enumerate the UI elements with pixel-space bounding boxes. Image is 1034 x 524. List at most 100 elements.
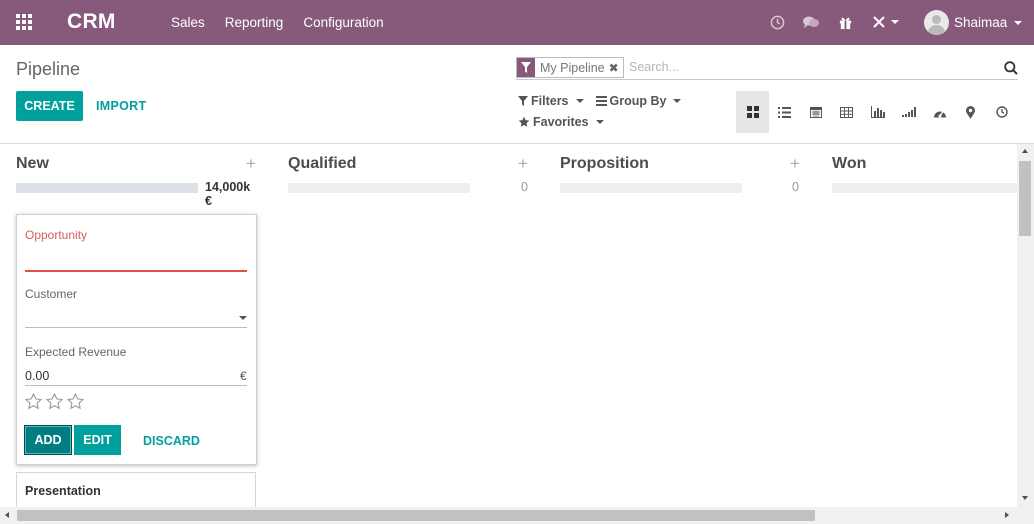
- chat-icon[interactable]: [801, 12, 821, 32]
- filters-dropdown[interactable]: Filters: [518, 94, 584, 108]
- kanban-board: New + 14,000k € Qualified + 0 Propositio…: [0, 144, 1017, 507]
- kanban-icon: [746, 106, 759, 118]
- column-progress-bar[interactable]: [16, 183, 198, 193]
- opportunity-label: Opportunity: [25, 228, 88, 242]
- map-view-button[interactable]: [955, 91, 986, 133]
- groupby-label: Group By: [609, 94, 667, 108]
- priority-stars: [25, 393, 88, 410]
- user-name: Shaimaa: [954, 15, 1008, 30]
- view-switcher: [736, 91, 1017, 133]
- systray: [767, 12, 915, 32]
- cohort-view-button[interactable]: [893, 91, 924, 133]
- chevron-down-icon[interactable]: [239, 316, 247, 320]
- column-add-icon[interactable]: +: [246, 154, 256, 174]
- clock-icon[interactable]: [767, 12, 787, 32]
- scrollbar-thumb[interactable]: [1019, 161, 1031, 236]
- horizontal-scrollbar[interactable]: [0, 507, 1034, 524]
- menu-item-reporting[interactable]: Reporting: [225, 15, 284, 30]
- pivot-view-button[interactable]: [831, 91, 862, 133]
- page-title: Pipeline: [16, 59, 81, 79]
- dashboard-icon: [933, 110, 946, 117]
- chevron-down-icon: [673, 99, 682, 103]
- column-amount: 0: [792, 180, 799, 194]
- chevron-down-icon: [575, 99, 584, 103]
- menu-item-sales[interactable]: Sales: [171, 15, 205, 30]
- groupby-dropdown[interactable]: Group By: [595, 94, 682, 108]
- card-title: Presentation: [25, 484, 101, 498]
- menu-item-configuration[interactable]: Configuration: [303, 15, 383, 30]
- activity-icon: [995, 106, 1008, 118]
- currency-symbol: €: [240, 369, 247, 383]
- list-icon: [778, 106, 791, 118]
- add-button[interactable]: ADD: [24, 425, 72, 455]
- search-facet: My Pipeline ✖: [516, 57, 624, 78]
- cohort-icon: [901, 107, 916, 117]
- kanban-card[interactable]: Presentation: [16, 472, 256, 507]
- vertical-scrollbar[interactable]: [1017, 144, 1034, 507]
- discard-button[interactable]: DISCARD: [143, 434, 200, 448]
- calendar-view-button[interactable]: [800, 91, 831, 133]
- activity-view-button[interactable]: [986, 91, 1017, 133]
- scroll-right-icon[interactable]: [1005, 512, 1009, 518]
- favorites-row: Favorites: [518, 115, 616, 129]
- filter-icon: [518, 96, 528, 106]
- graph-view-button[interactable]: [862, 91, 893, 133]
- scroll-up-icon[interactable]: [1022, 149, 1028, 153]
- calendar-icon: [809, 107, 822, 118]
- import-button[interactable]: IMPORT: [96, 99, 146, 113]
- search-input[interactable]: [629, 60, 989, 74]
- column-title: Proposition: [560, 155, 649, 172]
- debug-tools-icon[interactable]: [869, 12, 901, 32]
- star-icon: [518, 116, 530, 128]
- star-icon[interactable]: [67, 393, 84, 410]
- column-progress-bar[interactable]: [832, 183, 1017, 193]
- app-brand[interactable]: CRM: [67, 10, 116, 34]
- scrollbar-thumb[interactable]: [17, 510, 815, 521]
- column-title: New: [16, 155, 49, 172]
- remove-facet-icon[interactable]: ✖: [609, 61, 623, 75]
- column-add-icon[interactable]: +: [790, 154, 800, 174]
- scroll-down-icon[interactable]: [1022, 496, 1028, 500]
- chevron-down-icon: [595, 120, 604, 124]
- apps-grid-icon[interactable]: [16, 14, 34, 30]
- column-amount: 14,000k €: [205, 180, 251, 208]
- kanban-view-button[interactable]: [736, 91, 769, 133]
- facet-label: My Pipeline: [540, 60, 605, 75]
- map-icon: [966, 105, 975, 119]
- dashboard-view-button[interactable]: [924, 91, 955, 133]
- graph-icon: [870, 106, 885, 118]
- filter-icon: [517, 58, 535, 77]
- column-amount: 0: [521, 180, 528, 194]
- edit-button[interactable]: EDIT: [74, 425, 121, 455]
- customer-field[interactable]: [25, 327, 247, 328]
- column-progress-bar[interactable]: [288, 183, 470, 193]
- search-bar: My Pipeline ✖: [516, 56, 1018, 80]
- avatar: [924, 10, 949, 35]
- favorites-dropdown[interactable]: Favorites: [518, 115, 604, 129]
- chevron-down-icon: [1014, 20, 1023, 25]
- search-icon[interactable]: [1004, 61, 1018, 78]
- column-title: Won: [832, 155, 867, 172]
- user-menu[interactable]: Shaimaa: [924, 10, 1023, 35]
- scroll-left-icon[interactable]: [5, 512, 9, 518]
- gift-icon[interactable]: [835, 12, 855, 32]
- revenue-field-underline: [25, 385, 247, 386]
- pivot-icon: [840, 106, 853, 118]
- column-progress-bar[interactable]: [560, 183, 742, 193]
- favorites-label: Favorites: [533, 115, 589, 129]
- revenue-input[interactable]: 0.00: [25, 369, 49, 383]
- main-menu: Sales Reporting Configuration: [171, 15, 404, 30]
- star-icon[interactable]: [25, 393, 42, 410]
- list-view-button[interactable]: [769, 91, 800, 133]
- control-panel: Pipeline CREATE IMPORT My Pipeline ✖ Fil…: [0, 45, 1034, 144]
- search-options: Filters Group By: [518, 94, 693, 108]
- create-button[interactable]: CREATE: [16, 91, 83, 121]
- column-add-icon[interactable]: +: [518, 154, 528, 174]
- customer-label: Customer: [25, 287, 78, 301]
- opportunity-field[interactable]: [25, 270, 247, 272]
- column-title: Qualified: [288, 155, 357, 172]
- revenue-label: Expected Revenue: [25, 345, 127, 359]
- star-icon[interactable]: [46, 393, 63, 410]
- filters-label: Filters: [531, 94, 569, 108]
- bars-icon: [595, 96, 607, 106]
